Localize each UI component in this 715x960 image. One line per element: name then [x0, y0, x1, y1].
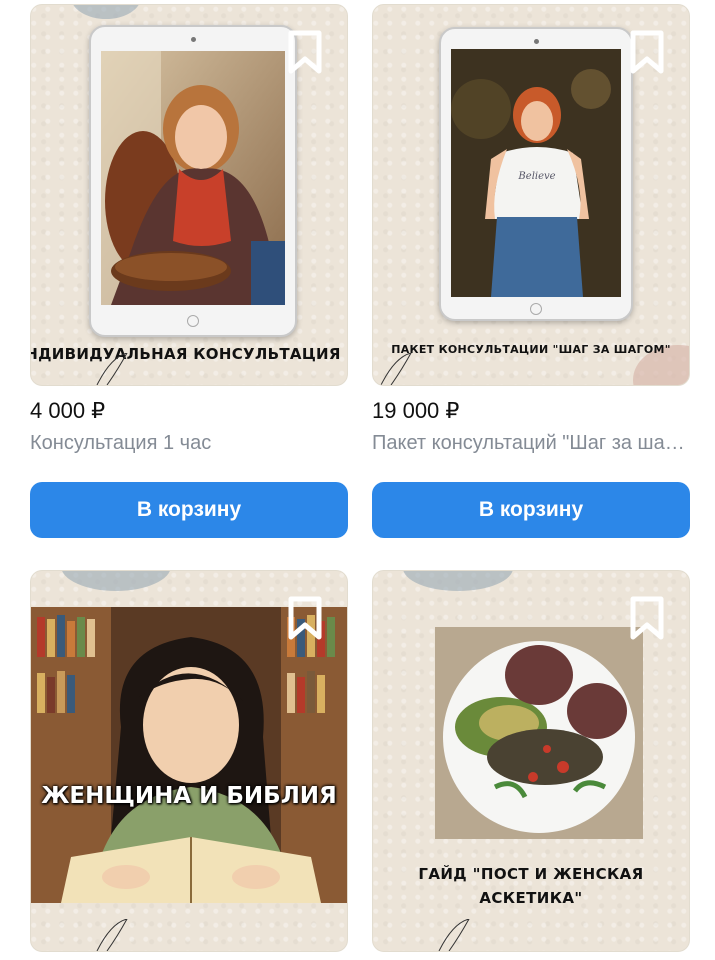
food-photo: [435, 627, 643, 839]
product-image[interactable]: ГАЙД "ПОСТ И ЖЕНСКАЯ АСКЕТИКА": [372, 570, 690, 952]
svg-text:Believe: Believe: [517, 171, 555, 182]
image-caption: ПАКЕТ КОНСУЛЬТАЦИИ "ШАГ ЗА ШАГОМ": [391, 343, 671, 356]
add-to-cart-button[interactable]: В корзину: [372, 482, 690, 538]
product-price: 4 000 ₽: [30, 398, 106, 423]
product-card[interactable]: НДИВИДУАЛЬНАЯ КОНСУЛЬТАЦИЯ 4 000 ₽ Консу…: [30, 4, 348, 538]
consultant-photo: Believe: [451, 49, 621, 297]
bookmark-icon[interactable]: [627, 595, 667, 641]
product-title[interactable]: Пакет консультаций "Шаг за шагом": [372, 432, 686, 455]
image-caption-line-2: АСКЕТИКА": [479, 889, 583, 907]
product-card[interactable]: ГАЙД "ПОСТ И ЖЕНСКАЯ АСКЕТИКА": [372, 570, 690, 952]
product-card[interactable]: ЖЕНЩИНА И БИБЛИЯ: [30, 570, 348, 952]
leaf-decoration: [96, 919, 128, 951]
product-price: 19 000 ₽: [372, 398, 460, 423]
leaf-decoration: [438, 919, 470, 951]
product-image[interactable]: ЖЕНЩИНА И БИБЛИЯ: [30, 570, 348, 952]
product-card[interactable]: Believe ПАКЕТ КОНСУЛЬТАЦИИ "ШАГ ЗА ШАГОМ…: [372, 4, 690, 538]
product-title[interactable]: Консультация 1 час: [30, 432, 348, 455]
add-to-cart-button[interactable]: В корзину: [30, 482, 348, 538]
tablet-frame: Believe: [439, 27, 633, 321]
image-caption-line-1: ГАЙД "ПОСТ И ЖЕНСКАЯ: [418, 865, 644, 883]
consultant-photo: [101, 51, 285, 305]
image-caption: НДИВИДУАЛЬНАЯ КОНСУЛЬТАЦИЯ: [30, 345, 341, 363]
image-caption: ЖЕНЩИНА И БИБЛИЯ: [41, 783, 337, 809]
bookmark-icon[interactable]: [627, 29, 667, 75]
tablet-frame: [89, 25, 297, 337]
leaf-decoration: [96, 353, 128, 385]
product-image[interactable]: Believe ПАКЕТ КОНСУЛЬТАЦИИ "ШАГ ЗА ШАГОМ…: [372, 4, 690, 386]
product-image[interactable]: НДИВИДУАЛЬНАЯ КОНСУЛЬТАЦИЯ: [30, 4, 348, 386]
bookmark-icon[interactable]: [285, 29, 325, 75]
illustration-reading-woman: [31, 607, 347, 903]
bookmark-icon[interactable]: [285, 595, 325, 641]
leaf-decoration: [380, 353, 412, 385]
